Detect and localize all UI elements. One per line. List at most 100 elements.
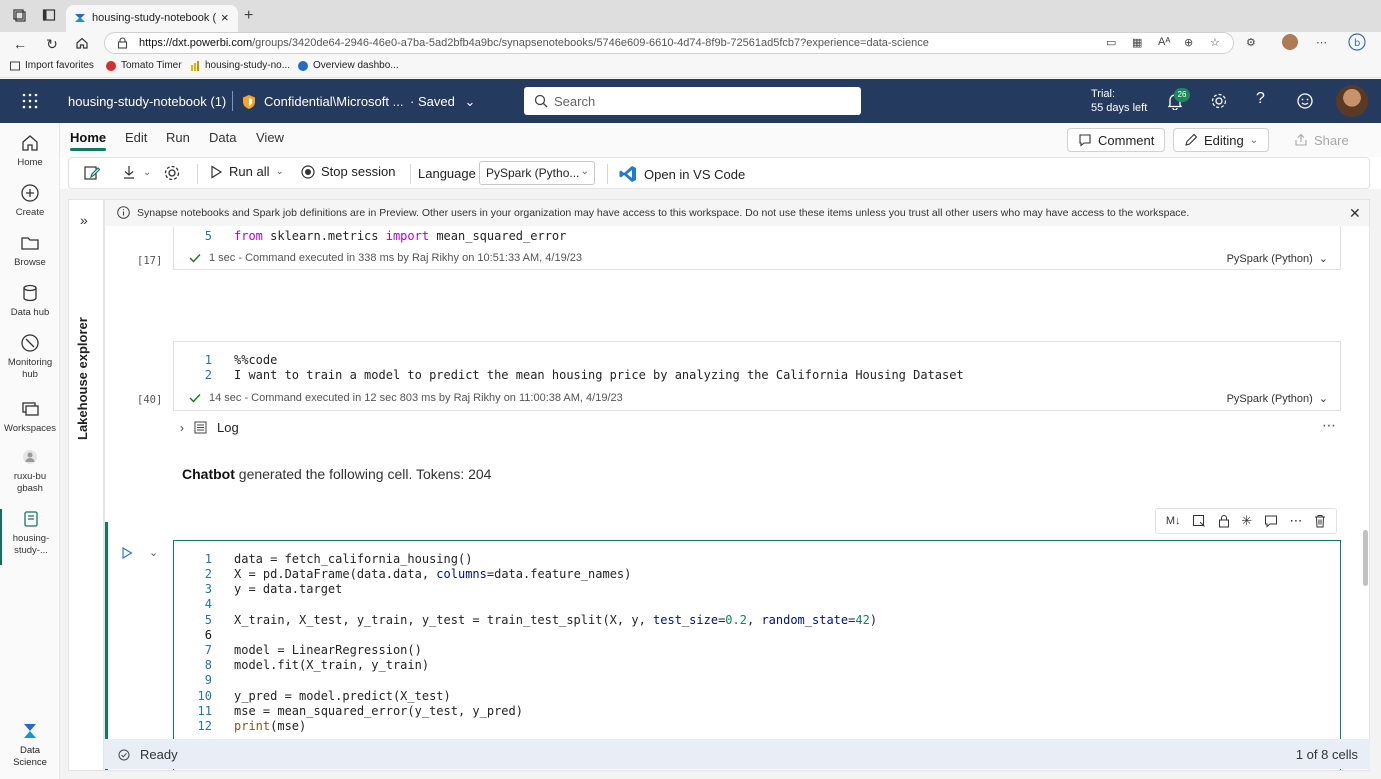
ready-label: Ready	[140, 747, 178, 762]
app-launcher-icon[interactable]	[22, 93, 38, 109]
comment-icon[interactable]	[1264, 514, 1278, 528]
help-icon[interactable]: ?	[1256, 90, 1265, 108]
trial-status[interactable]: Trial: 55 days left	[1091, 87, 1147, 115]
cell-count: 1 of 8 cells	[1295, 747, 1358, 762]
feedback-smiley-icon[interactable]	[1296, 92, 1314, 110]
code-line: 2 I want to train a model to predict the …	[174, 368, 964, 382]
notebook-settings-button[interactable]	[83, 164, 101, 182]
more-options-icon[interactable]: ⋯	[1316, 36, 1327, 49]
settings-gear-icon[interactable]	[1210, 92, 1228, 110]
saved-status[interactable]: · Saved ⌄	[410, 94, 475, 110]
app-header: housing-study-notebook (1) Confidential\…	[0, 79, 1381, 123]
expand-panel-icon[interactable]: »	[80, 212, 88, 228]
comment-button[interactable]: Comment	[1067, 128, 1166, 152]
dashboard-icon	[298, 60, 308, 71]
download-icon	[121, 164, 137, 180]
scrollbar-thumb[interactable]	[1363, 530, 1368, 586]
workspaces-icon	[20, 399, 40, 419]
more-options-icon[interactable]: ⋯	[1322, 417, 1336, 434]
browser-tab-bar: housing-study-notebook (1) - × +	[0, 0, 1381, 32]
lakehouse-explorer-label: Lakehouse explorer	[75, 317, 90, 440]
log-toggle[interactable]: › Log	[180, 420, 239, 435]
read-aloud-icon[interactable]: ▭	[1106, 36, 1116, 49]
sensitivity-label[interactable]: Confidential\Microsoft ...	[264, 94, 403, 109]
freeze-cell-icon[interactable]: ✳	[1241, 513, 1252, 529]
tab-title: housing-study-notebook (1) -	[92, 12, 217, 24]
lock-cell-icon[interactable]	[1218, 514, 1230, 528]
vertical-tabs-icon[interactable]	[42, 8, 58, 24]
browser-tab[interactable]: housing-study-notebook (1) - ×	[66, 5, 238, 32]
run-cell-button[interactable]	[121, 547, 133, 559]
nav-workspaces[interactable]: Workspaces	[0, 399, 60, 434]
tab-run[interactable]: Run	[166, 130, 190, 145]
nav-data-hub[interactable]: Data hub	[0, 283, 60, 318]
import-favorites-link[interactable]: Import favorites	[10, 60, 94, 71]
stop-session-button[interactable]: Stop session	[301, 164, 395, 179]
nav-home[interactable]: Home	[0, 133, 60, 168]
cell-language[interactable]: PySpark (Python) ⌄	[1227, 392, 1328, 406]
user-avatar[interactable]	[1336, 85, 1368, 117]
code-line: 5 from sklearn.metrics import mean_square…	[174, 229, 567, 243]
lakehouse-explorer-panel[interactable]: » Lakehouse explorer	[68, 199, 104, 771]
code-cell[interactable]: 5 from sklearn.metrics import mean_square…	[173, 226, 1341, 270]
tab-home[interactable]: Home	[70, 130, 107, 151]
comment-label: Comment	[1098, 132, 1155, 148]
back-icon[interactable]: ←	[12, 36, 28, 52]
nav-label: Create	[15, 207, 45, 218]
nav-housing-study[interactable]: housing-study-...	[0, 509, 60, 565]
extensions-icon[interactable]: ⚙	[1246, 36, 1256, 49]
download-button[interactable]: ⌄	[121, 164, 151, 180]
zoom-icon[interactable]: ⊕	[1184, 36, 1193, 49]
comment-icon	[1078, 133, 1092, 147]
housing-study-link[interactable]: housing-study-no...	[190, 60, 290, 71]
chevron-down-icon: ⌄	[275, 166, 284, 177]
cell-language[interactable]: PySpark (Python) ⌄	[1227, 252, 1328, 266]
nav-browse[interactable]: Browse	[0, 233, 60, 268]
apps-icon[interactable]: ▦	[1132, 36, 1142, 49]
workspace-avatar-icon	[20, 447, 40, 467]
tomato-timer-link[interactable]: Tomato Timer	[106, 60, 182, 71]
notebook-canvas: Synapse notebooks and Spark job definiti…	[104, 199, 1370, 771]
lock-icon	[117, 37, 128, 49]
open-in-vscode-button[interactable]: Open in VS Code	[618, 164, 745, 184]
refresh-icon[interactable]: ↻	[44, 36, 60, 52]
chevron-down-icon: ⌄	[464, 94, 476, 109]
settings-button[interactable]	[163, 164, 181, 182]
language-select[interactable]: PySpark (Pytho... ⌄	[479, 161, 595, 185]
gear-icon	[163, 164, 181, 182]
tab-data[interactable]: Data	[209, 130, 236, 145]
close-tab-icon[interactable]: ×	[221, 10, 229, 25]
profile-avatar-icon[interactable]	[1282, 34, 1298, 50]
add-favorite-icon[interactable]: ☆	[1210, 36, 1220, 49]
run-all-button[interactable]: Run all ⌄	[209, 164, 284, 179]
share-button[interactable]: Share	[1284, 128, 1359, 152]
delete-cell-icon[interactable]	[1314, 514, 1326, 528]
workspaces-tab-icon[interactable]	[12, 8, 28, 24]
search-input[interactable]: Search	[524, 87, 861, 115]
code-line: 1 %%code	[174, 353, 278, 367]
url-input[interactable]: https://dxt.powerbi.com/groups/3420de64-…	[104, 32, 1234, 54]
url-host: https://dxt.powerbi.com	[139, 37, 253, 49]
code-cell[interactable]: 1 %%code 2 I want to train a model to pred…	[173, 341, 1341, 411]
text-size-icon[interactable]: Aᴬ	[1158, 36, 1170, 48]
tab-edit[interactable]: Edit	[125, 130, 147, 145]
nav-ruxu-bugbash[interactable]: ruxu-bugbash	[0, 447, 60, 495]
folder-icon	[20, 233, 40, 253]
collapse-cell-icon[interactable]: ⌄	[149, 546, 158, 559]
home-browser-icon[interactable]	[75, 36, 91, 52]
nav-create[interactable]: Create	[0, 183, 60, 218]
active-code-cell[interactable]: 1 data = fetch_california_housing() 2X = …	[173, 540, 1341, 770]
code-line: 3y = data.target	[204, 582, 343, 596]
markdown-toggle-icon[interactable]: M↓	[1166, 515, 1181, 527]
tab-view[interactable]: View	[256, 130, 284, 145]
more-options-icon[interactable]: ⋯	[1290, 513, 1303, 529]
nav-monitoring-hub[interactable]: Monitoring hub	[0, 333, 60, 381]
new-tab-icon[interactable]: +	[244, 7, 253, 25]
overview-dashboard-link[interactable]: Overview dashbo...	[298, 60, 399, 71]
editing-mode-button[interactable]: Editing ⌄	[1173, 128, 1270, 152]
bing-icon[interactable]: b	[1348, 33, 1366, 51]
comment-cell-icon[interactable]	[1192, 514, 1206, 528]
close-banner-icon[interactable]: ✕	[1349, 205, 1361, 222]
experience-switcher[interactable]: Data Science	[0, 721, 60, 769]
notebook-title[interactable]: housing-study-notebook (1)	[68, 94, 226, 109]
